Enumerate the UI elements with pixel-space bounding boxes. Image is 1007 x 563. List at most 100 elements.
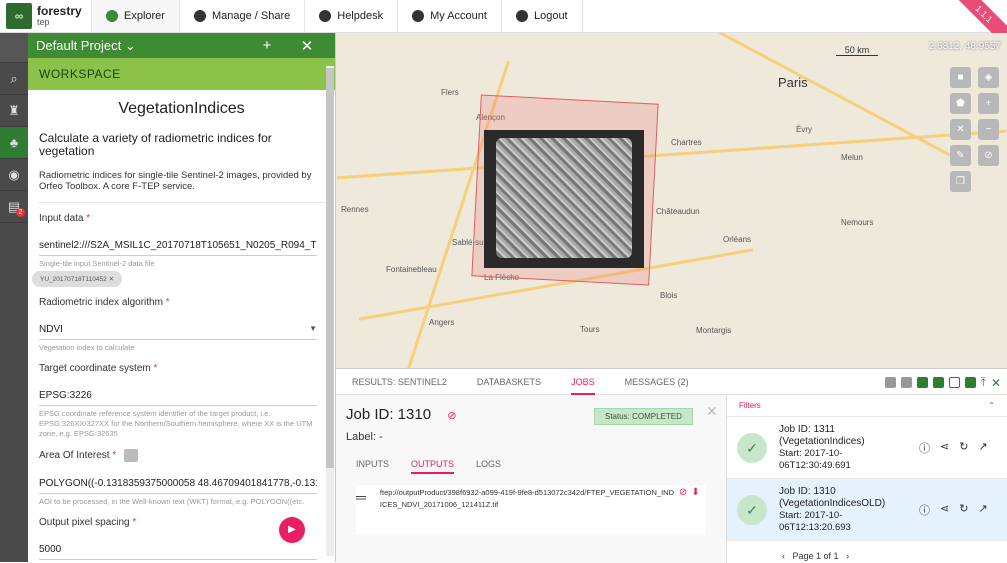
edit-aoi-icon[interactable]: ✎: [950, 145, 971, 166]
map-town: Chartres: [671, 138, 702, 147]
clear-drawing-icon[interactable]: ✕: [950, 119, 971, 140]
share-icon[interactable]: ⋖: [940, 502, 949, 518]
map-view[interactable]: Paris Flers Alençon Chartres Évry Melun …: [336, 33, 1007, 373]
job-title: Job ID: 1310 ⊘: [346, 406, 457, 423]
rerun-icon[interactable]: ↻: [959, 440, 968, 456]
download-icon[interactable]: ⬇: [691, 487, 699, 498]
job-item[interactable]: ✓ Job ID: 1310 (VegetationIndicesOLD) St…: [727, 479, 1007, 541]
basket-icon[interactable]: [884, 377, 896, 388]
draw-polygon-icon[interactable]: ⬟: [950, 93, 971, 114]
search-icon[interactable]: ⌕: [0, 63, 28, 95]
workspace-heading: WORKSPACE: [28, 58, 335, 90]
hide-output-icon[interactable]: ⊘: [679, 487, 687, 498]
power-icon: [515, 10, 528, 22]
nav-my-account[interactable]: My Account: [398, 0, 502, 32]
filters-bar[interactable]: Filters ⌃: [727, 395, 1007, 417]
cart-icon[interactable]: [900, 377, 912, 388]
messages-icon[interactable]: ▤ 2: [0, 191, 28, 223]
satellite-icon[interactable]: ♜: [0, 95, 28, 127]
select-all-icon[interactable]: [964, 377, 976, 388]
completed-check-icon: ✓: [737, 432, 767, 463]
eye-icon[interactable]: ◉: [0, 159, 28, 191]
project-selector[interactable]: Default Project ⌄: [36, 38, 247, 54]
close-icon[interactable]: ✕: [109, 276, 114, 283]
tab-logs[interactable]: LOGS: [476, 459, 501, 474]
globe-icon: [106, 10, 118, 22]
job-item-start: Start: 2017-10-06T12:30:49.691: [779, 447, 851, 471]
add-project-button[interactable]: +: [247, 37, 287, 54]
service-details: Radiometric indices for single-tile Sent…: [39, 170, 325, 203]
open-external-icon[interactable]: ↗: [978, 502, 987, 518]
open-external-icon[interactable]: ↗: [978, 440, 987, 456]
map-town: Flers: [441, 88, 459, 97]
aoi-field: Area Of Interest * POLYGON((-0.131835937…: [28, 449, 335, 507]
field-help: Single-tile input Sentinel-2 data file: [39, 259, 155, 268]
nav-logout[interactable]: Logout: [502, 0, 583, 32]
user-icon: [193, 10, 206, 22]
tab-outputs[interactable]: OUTPUTS: [411, 459, 455, 474]
map-town: Blois: [660, 291, 678, 300]
service-description: Calculate a variety of radiometric indic…: [39, 131, 272, 158]
zoom-in-icon[interactable]: +: [978, 93, 999, 114]
select-none-icon[interactable]: [948, 377, 960, 388]
drag-handle-icon[interactable]: ═: [356, 487, 366, 507]
tab-jobs[interactable]: JOBS: [571, 369, 595, 395]
nav-helpdesk[interactable]: Helpdesk: [305, 0, 399, 32]
share-icon[interactable]: ⋖: [940, 440, 949, 456]
close-job-button[interactable]: ✕: [706, 403, 718, 420]
top-navigation: ∞ forestry tep Explorer Manage / Share H…: [0, 0, 1007, 33]
job-item[interactable]: ✓ Job ID: 1311 (VegetationIndices) Start…: [727, 417, 1007, 479]
output-path: ftep://outputProduct/398f6932-a099-419f-…: [379, 488, 674, 509]
deselect-icon[interactable]: [932, 377, 944, 388]
close-icon[interactable]: ✕: [991, 376, 1001, 390]
field-label: Output pixel spacing *: [39, 517, 137, 528]
draw-rectangle-icon[interactable]: ■: [950, 67, 971, 88]
hide-layer-icon[interactable]: ⊘: [978, 145, 999, 166]
job-item-start: Start: 2017-10-06T12:13:20.693: [779, 509, 851, 533]
community-icon[interactable]: ♣: [0, 127, 28, 159]
cursor-coordinates: 2.6312, 48.9557: [928, 41, 1001, 52]
panel-scrollbar[interactable]: [326, 66, 334, 556]
bottom-panel: RESULTS: SENTINEL2 DATABASKETS JOBS MESS…: [336, 368, 1007, 563]
aoi-copy-icon[interactable]: [124, 449, 139, 462]
zoom-out-icon[interactable]: −: [978, 119, 999, 140]
help-icon: [319, 10, 332, 22]
nav-explorer[interactable]: Explorer: [92, 0, 180, 32]
jobs-list: Filters ⌃ ✓ Job ID: 1311 (VegetationIndic…: [726, 395, 1007, 563]
rerun-icon[interactable]: ↻: [959, 502, 968, 518]
next-page-icon[interactable]: ›: [846, 551, 849, 561]
app-logo[interactable]: ∞ forestry tep: [0, 0, 92, 32]
tab-databaskets[interactable]: DATABASKETS: [477, 369, 541, 395]
hide-footprint-icon[interactable]: ⊘: [447, 410, 456, 422]
satellite-image-footprint[interactable]: [484, 130, 644, 268]
close-panel-button[interactable]: ✕: [287, 37, 327, 55]
layers-icon[interactable]: ◈: [978, 67, 999, 88]
crs-input[interactable]: EPSG:3226: [39, 390, 317, 406]
dropdown-caret-icon: ▼: [309, 324, 317, 333]
expand-icon[interactable]: ⤒: [981, 375, 986, 390]
input-data-value[interactable]: sentinel2:///S2A_MSIL1C_20170718T105651_…: [39, 240, 317, 256]
map-town: Nemours: [841, 218, 874, 227]
prev-page-icon[interactable]: ‹: [782, 551, 785, 561]
nav-manage-share[interactable]: Manage / Share: [180, 0, 306, 32]
index-algorithm-field: Radiometric index algorithm * NDVI ▼ Vege…: [28, 297, 335, 353]
pixel-spacing-input[interactable]: 5000: [39, 544, 317, 560]
chevron-up-icon[interactable]: ⌃: [988, 401, 995, 410]
project-header: Default Project ⌄ + ✕: [28, 33, 335, 58]
copy-aoi-icon[interactable]: ❐: [950, 171, 971, 192]
tab-results[interactable]: RESULTS: SENTINEL2: [352, 369, 447, 395]
field-label: Input data *: [39, 213, 91, 224]
info-icon[interactable]: ⓘ: [919, 502, 930, 518]
job-subtabs: INPUTS OUTPUTS LOGS: [356, 459, 501, 474]
tab-inputs[interactable]: INPUTS: [356, 459, 389, 474]
info-icon[interactable]: ⓘ: [919, 440, 930, 456]
output-item[interactable]: ═ ftep://outputProduct/398f6932-a099-419…: [356, 485, 706, 535]
index-algorithm-select[interactable]: NDVI ▼: [39, 324, 317, 340]
add-to-cart-icon[interactable]: [916, 377, 928, 388]
tab-messages[interactable]: MESSAGES (2): [625, 369, 689, 395]
input-chip[interactable]: YU_20170718T110452 ✕: [32, 271, 123, 287]
messages-badge: 2: [16, 208, 25, 217]
run-job-button[interactable]: ▶: [279, 517, 305, 543]
job-item-title: Job ID: 1310 (VegetationIndicesOLD): [779, 485, 886, 509]
aoi-input[interactable]: POLYGON((-0.1318359375000058 48.46709401…: [39, 478, 317, 494]
